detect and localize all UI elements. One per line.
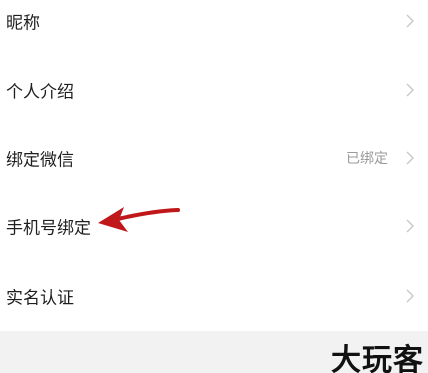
profile-settings-page: 昵称 个人介绍 绑定微信 已绑定 手机号绑定 实名认证 大玩客 bbox=[0, 0, 428, 373]
chevron-right-icon bbox=[406, 219, 414, 233]
chevron-right-icon bbox=[406, 14, 414, 28]
chevron-right-icon bbox=[406, 151, 414, 165]
chevron-right-icon bbox=[406, 289, 414, 303]
settings-row-label: 昵称 bbox=[6, 13, 40, 34]
chevron-right-icon bbox=[406, 83, 414, 97]
settings-row-real-name-verification[interactable]: 实名认证 bbox=[0, 263, 428, 329]
settings-list: 昵称 个人介绍 绑定微信 已绑定 手机号绑定 实名认证 bbox=[0, 0, 428, 330]
settings-row-bind-wechat[interactable]: 绑定微信 已绑定 bbox=[0, 125, 428, 191]
settings-row-label: 实名认证 bbox=[6, 288, 74, 309]
settings-row-label: 手机号绑定 bbox=[6, 218, 91, 239]
settings-row-nickname[interactable]: 昵称 bbox=[0, 0, 428, 54]
site-watermark: 大玩客 bbox=[331, 343, 424, 373]
settings-row-label: 绑定微信 bbox=[6, 150, 74, 171]
settings-row-bio[interactable]: 个人介绍 bbox=[0, 57, 428, 123]
settings-row-label: 个人介绍 bbox=[6, 82, 74, 103]
settings-row-phone-binding[interactable]: 手机号绑定 bbox=[0, 193, 428, 259]
wechat-bind-status: 已绑定 bbox=[346, 151, 388, 167]
